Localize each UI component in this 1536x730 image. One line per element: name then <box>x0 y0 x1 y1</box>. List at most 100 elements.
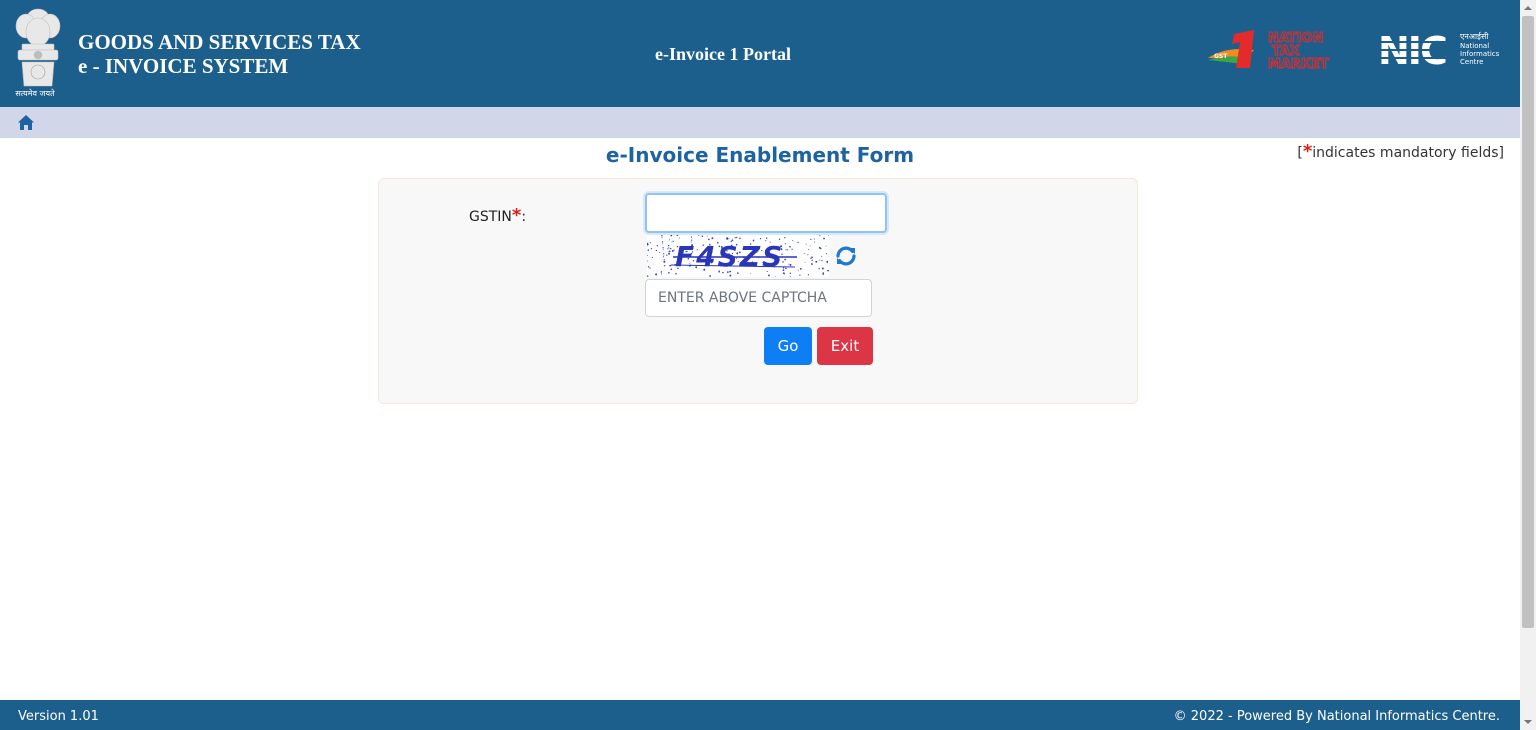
captcha-noise-dot <box>768 274 770 277</box>
org-title-line1: GOODS AND SERVICES TAX <box>78 30 361 54</box>
captcha-noise-dot <box>814 241 816 243</box>
captcha-noise-dot <box>647 266 650 268</box>
captcha-noise-dot <box>821 260 823 262</box>
captcha-noise-dot <box>651 256 653 259</box>
gstin-label: GSTIN*: <box>469 205 526 226</box>
captcha-noise-dot <box>815 260 818 263</box>
captcha-noise-dot <box>655 273 658 276</box>
captcha-noise-dot <box>810 238 812 241</box>
captcha-noise-dot <box>662 247 664 249</box>
org-title: GOODS AND SERVICES TAX e - INVOICE SYSTE… <box>78 30 361 78</box>
captcha-noise-dot <box>659 252 660 254</box>
captcha-noise-dot <box>655 249 658 252</box>
portal-title: e-Invoice 1 Portal <box>655 44 791 64</box>
captcha-noise-dot <box>827 269 829 272</box>
captcha-noise-dot <box>734 237 736 239</box>
captcha-noise-dot <box>808 248 810 251</box>
captcha-noise-dot <box>804 262 806 263</box>
version-text: Version 1.01 <box>18 709 99 724</box>
captcha-noise-dot <box>803 253 805 254</box>
scroll-up-arrow-icon[interactable] <box>1520 0 1536 16</box>
captcha-noise-dot <box>670 268 673 271</box>
gstin-input[interactable] <box>645 193 887 233</box>
captcha-noise-dot <box>668 272 670 274</box>
captcha-noise-dot <box>792 240 794 242</box>
captcha-noise-dot <box>784 243 787 245</box>
captcha-noise-dot <box>799 268 802 270</box>
captcha-noise-dot <box>809 245 811 247</box>
ntm-word-market: MARKET <box>1268 57 1329 72</box>
captcha-noise-dot <box>671 241 673 243</box>
captcha-noise-dot <box>667 248 668 250</box>
captcha-noise-dot <box>785 267 787 270</box>
captcha-noise-dot <box>818 246 821 249</box>
nation-tax-market-logo: GST NATION TAX MARKET <box>1208 30 1330 72</box>
captcha-noise-dot <box>661 241 664 243</box>
captcha-input[interactable] <box>645 279 872 317</box>
captcha-noise-dot <box>821 256 823 258</box>
captcha-noise-dot <box>785 249 787 251</box>
captcha-noise-dot <box>711 237 714 240</box>
captcha-noise-dot <box>822 271 824 274</box>
scrollbar-thumb[interactable] <box>1522 16 1534 628</box>
nav-bar <box>0 107 1520 138</box>
captcha-noise-dot <box>661 237 663 239</box>
emblem-caption: सत्यमेव जयते <box>15 89 55 98</box>
captcha-noise-dot <box>701 235 704 237</box>
captcha-noise-dot <box>663 255 665 257</box>
captcha-noise-dot <box>807 254 809 256</box>
captcha-noise-dot <box>660 273 663 275</box>
captcha-noise-dot <box>807 274 810 276</box>
mandatory-note: [*indicates mandatory fields] <box>1297 141 1504 162</box>
captcha-noise-dot <box>787 249 789 251</box>
captcha-noise-dot <box>650 247 653 250</box>
captcha-noise-dot <box>788 263 790 265</box>
nic-line1: National <box>1460 42 1489 50</box>
header-bar: सत्यमेव जयते GOODS AND SERVICES TAX e - … <box>0 0 1520 107</box>
vertical-scrollbar[interactable] <box>1520 0 1536 730</box>
captcha-noise-dot <box>678 237 680 239</box>
captcha-noise-dot <box>821 267 824 270</box>
captcha-noise-dot <box>662 256 665 258</box>
captcha-noise-dot <box>789 264 792 266</box>
captcha-noise-dot <box>813 238 815 240</box>
captcha-noise-dot <box>647 275 649 277</box>
mandatory-note-text: indicates mandatory fields] <box>1312 145 1504 161</box>
captcha-noise-dot <box>647 260 649 262</box>
captcha-noise-dot <box>826 262 828 264</box>
go-button[interactable]: Go <box>764 327 812 365</box>
captcha-noise-dot <box>818 268 820 270</box>
form-panel: GSTIN*: F4SZS Go Exit <box>378 178 1138 404</box>
nic-hindi: एनआईसी <box>1460 31 1489 41</box>
captcha-noise-dot <box>812 256 814 258</box>
refresh-captcha-icon[interactable] <box>833 243 859 269</box>
captcha-noise-dot <box>671 249 674 252</box>
captcha-noise-dot <box>649 242 651 244</box>
captcha-noise-dot <box>662 249 664 251</box>
captcha-noise-dot <box>706 235 708 237</box>
captcha-noise-dot <box>672 240 674 242</box>
captcha-noise-dot <box>661 235 663 237</box>
captcha-noise-dot <box>668 244 670 247</box>
captcha-noise-dot <box>690 236 693 238</box>
captcha-noise-dot <box>811 259 813 261</box>
home-icon[interactable] <box>17 114 35 131</box>
captcha-noise-dot <box>822 272 825 275</box>
captcha-noise-dot <box>750 272 752 274</box>
captcha-noise-dot <box>729 274 732 277</box>
captcha-noise-dot <box>819 259 821 261</box>
scroll-down-arrow-icon[interactable] <box>1520 714 1536 730</box>
captcha-noise-dot <box>766 237 768 239</box>
captcha-noise-dot <box>799 274 801 276</box>
captcha-noise-dot <box>668 252 670 255</box>
captcha-noise-dot <box>735 237 737 239</box>
gstin-label-text: GSTIN <box>469 209 512 225</box>
captcha-noise-dot <box>663 259 665 261</box>
captcha-noise-dot <box>810 263 813 265</box>
exit-button[interactable]: Exit <box>817 327 873 365</box>
copyright-text: © 2022 - Powered By National Informatics… <box>1173 709 1500 724</box>
captcha-noise-dot <box>675 272 677 275</box>
captcha-noise-dot <box>784 237 786 239</box>
captcha-noise-dot <box>789 245 791 248</box>
mandatory-star: * <box>1302 141 1313 162</box>
